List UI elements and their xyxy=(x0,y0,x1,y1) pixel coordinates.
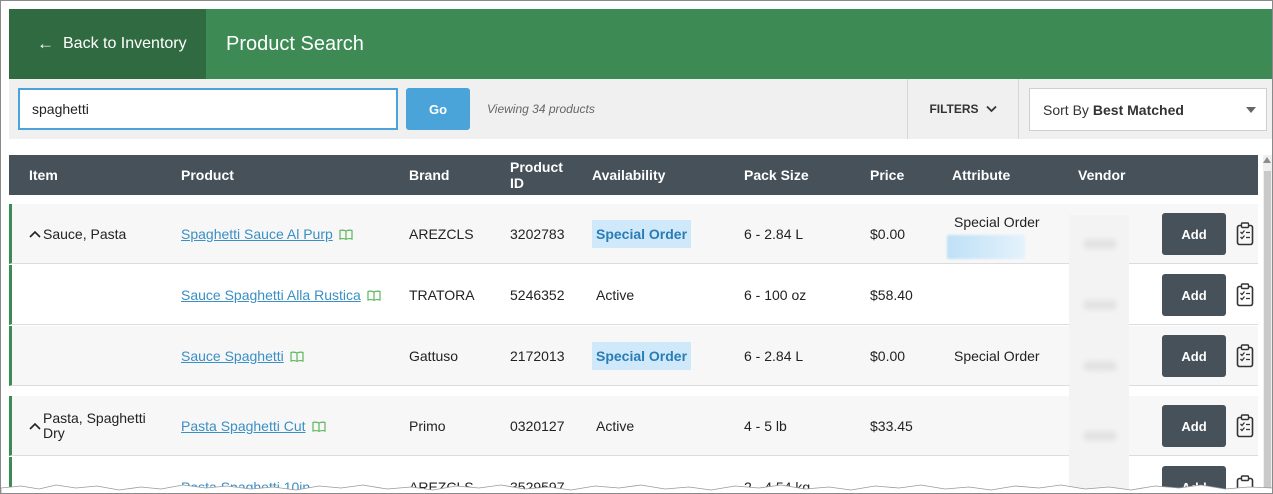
column-header-availability[interactable]: Availability xyxy=(592,155,665,195)
brand-cell: TRATORA xyxy=(409,287,475,303)
product-link[interactable]: Sauce Spaghetti xyxy=(181,348,284,364)
search-toolbar: Go Viewing 34 products FILTERS Sort By B… xyxy=(9,79,1272,139)
product-id-cell: 0320127 xyxy=(510,418,565,434)
group-cell[interactable]: Sauce, Pasta xyxy=(29,204,169,264)
app-header: ← Back to Inventory Product Search xyxy=(9,9,1272,79)
availability-cell: Special Order xyxy=(592,204,692,264)
column-header-product[interactable]: Product xyxy=(181,155,234,195)
price-cell: $0.00 xyxy=(870,348,906,364)
product-cell: Sauce Spaghetti Alla Rustica xyxy=(181,265,381,325)
results-count: Viewing 34 products xyxy=(487,102,595,116)
caret-down-icon xyxy=(1246,107,1256,113)
chevron-up-icon xyxy=(29,422,41,430)
search-input[interactable] xyxy=(18,88,398,130)
brand-cell: AREZCLS xyxy=(409,226,474,242)
product-id-cell: 3202783 xyxy=(510,226,565,242)
table-header: Item Product Brand Product ID Availabili… xyxy=(9,155,1258,195)
price-cell: $33.45 xyxy=(870,418,913,434)
special-order-badge: Special Order xyxy=(592,342,692,370)
attribute-cell: Special Order xyxy=(954,348,1040,364)
pack-size-cell: 6 - 100 oz xyxy=(744,287,807,303)
availability-cell: Special Order xyxy=(592,326,692,386)
group-cell[interactable]: Pasta, Spaghetti Dry xyxy=(29,396,169,456)
pack-size-cell: 4 - 5 lb xyxy=(744,418,787,434)
column-header-pack-size[interactable]: Pack Size xyxy=(744,155,809,195)
product-link[interactable]: Pasta Spaghetti Cut xyxy=(181,418,306,434)
price-cell: $0.00 xyxy=(870,226,906,242)
add-button[interactable]: Add xyxy=(1162,335,1226,377)
back-to-inventory-button[interactable]: ← Back to Inventory xyxy=(9,9,206,79)
book-icon[interactable] xyxy=(367,290,381,301)
scrollbar-thumb[interactable] xyxy=(1264,171,1271,493)
sort-select[interactable]: Sort By Best Matched xyxy=(1029,88,1267,131)
price-cell: $58.40 xyxy=(870,287,913,303)
product-cell: Spaghetti Sauce Al Purp xyxy=(181,204,353,264)
chevron-down-icon xyxy=(985,105,997,113)
add-button[interactable]: Add xyxy=(1162,274,1226,316)
brand-cell: Gattuso xyxy=(409,348,459,364)
column-header-item[interactable]: Item xyxy=(29,155,58,195)
clipboard-icon[interactable] xyxy=(1236,222,1254,246)
column-header-attribute[interactable]: Attribute xyxy=(952,155,1010,195)
book-icon[interactable] xyxy=(311,421,326,432)
go-button[interactable]: Go xyxy=(406,88,470,130)
attribute-tag-redacted xyxy=(947,235,1025,259)
filters-label: FILTERS xyxy=(929,102,979,116)
product-id-cell: 5246352 xyxy=(510,287,565,303)
clipboard-icon[interactable] xyxy=(1236,414,1254,438)
pack-size-cell: 6 - 2.84 L xyxy=(744,226,804,242)
back-label: Back to Inventory xyxy=(63,35,187,52)
filters-button[interactable]: FILTERS xyxy=(907,79,1019,139)
scroll-up-arrow-icon[interactable] xyxy=(1263,157,1271,163)
add-button[interactable]: Add xyxy=(1162,213,1226,255)
book-icon[interactable] xyxy=(290,351,304,362)
torn-edge-decoration xyxy=(1,484,1272,493)
vendor-column-redacted xyxy=(1069,215,1129,493)
availability-cell: Active xyxy=(596,287,635,303)
clipboard-icon[interactable] xyxy=(1236,344,1254,368)
pack-size-cell: 6 - 2.84 L xyxy=(744,348,804,364)
group-label: Pasta, Spaghetti Dry xyxy=(43,410,146,441)
column-header-price[interactable]: Price xyxy=(870,155,904,195)
special-order-badge: Special Order xyxy=(592,220,692,248)
product-link[interactable]: Spaghetti Sauce Al Purp xyxy=(181,226,333,242)
page-title: Product Search xyxy=(226,33,364,55)
availability-cell: Active xyxy=(596,418,635,434)
product-link[interactable]: Sauce Spaghetti Alla Rustica xyxy=(181,287,361,303)
sort-value: Best Matched xyxy=(1092,101,1184,118)
arrow-left-icon: ← xyxy=(37,34,54,53)
sort-prefix: Sort By xyxy=(1043,101,1089,118)
column-header-vendor[interactable]: Vendor xyxy=(1078,155,1125,195)
book-icon[interactable] xyxy=(339,229,353,240)
column-header-brand[interactable]: Brand xyxy=(409,155,449,195)
app-window: ← Back to Inventory Product Search Go Vi… xyxy=(0,0,1273,494)
product-cell: Pasta Spaghetti Cut xyxy=(181,396,326,456)
chevron-up-icon xyxy=(29,230,41,238)
column-header-product-id[interactable]: Product ID xyxy=(510,155,570,195)
brand-cell: Primo xyxy=(409,418,446,434)
product-id-cell: 2172013 xyxy=(510,348,565,364)
product-cell: Sauce Spaghetti xyxy=(181,326,304,386)
add-button[interactable]: Add xyxy=(1162,405,1226,447)
clipboard-icon[interactable] xyxy=(1236,283,1254,307)
group-label: Sauce, Pasta xyxy=(43,225,127,242)
